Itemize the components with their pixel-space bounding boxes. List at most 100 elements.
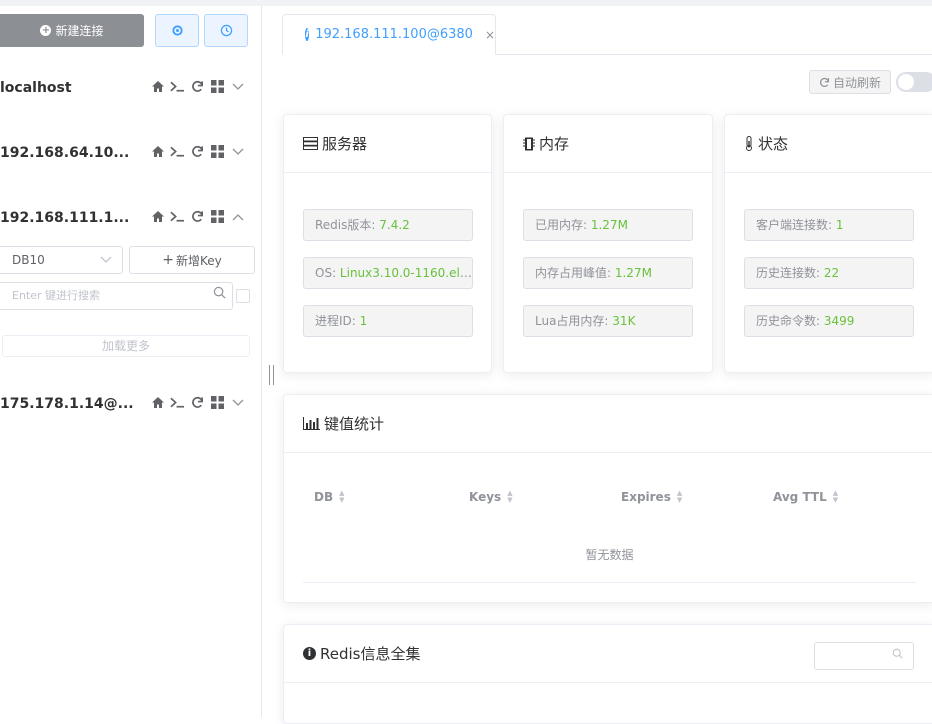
home-icon[interactable]	[150, 144, 165, 159]
column-header-keys[interactable]: Keys ▲ ▼	[469, 490, 513, 505]
key-search-placeholder: Enter 键进行搜索	[12, 289, 101, 302]
memory-card: 内存 已用内存: 1.27M 内存占用峰值: 1.27M Lua占用内存: 31…	[503, 114, 713, 373]
column-header-db[interactable]: DB ▲ ▼	[314, 490, 345, 505]
grid-icon[interactable]	[210, 395, 225, 410]
card-title: Redis信息全集	[320, 645, 421, 663]
card-header: 服务器	[284, 115, 491, 173]
tab-bar: i 192.168.111.100@6380 ×	[282, 14, 932, 55]
sidebar: + 新建连接 localhost 192.168.64.10... 192.16…	[0, 6, 262, 717]
db-select[interactable]: DB10	[0, 246, 123, 274]
stat-label: 内存占用峰值:	[535, 266, 615, 280]
stat-value: 7.4.2	[379, 218, 410, 232]
stat-value: 1.27M	[614, 266, 652, 280]
sort-icon[interactable]: ▲ ▼	[507, 490, 512, 504]
sort-icon[interactable]: ▲ ▼	[833, 490, 838, 504]
card-title: 状态	[758, 135, 789, 153]
stat-label: Redis版本:	[315, 218, 380, 232]
auto-refresh-toggle[interactable]	[896, 72, 932, 92]
sort-icon[interactable]: ▲ ▼	[677, 490, 682, 504]
search-icon	[892, 648, 903, 662]
history-button[interactable]	[204, 14, 248, 47]
terminal-icon[interactable]	[170, 395, 185, 410]
connection-name[interactable]: localhost	[0, 75, 72, 101]
exact-search-checkbox[interactable]	[236, 289, 250, 303]
key-search-input[interactable]: Enter 键进行搜索	[0, 282, 233, 310]
info-search-input[interactable]	[814, 642, 914, 670]
stat-redis-version: Redis版本: 7.4.2	[303, 209, 473, 241]
stat-value: 1	[359, 314, 368, 328]
chevron-up-icon[interactable]	[230, 209, 245, 224]
stat-value: 31K	[612, 314, 636, 328]
resize-handle[interactable]	[269, 365, 274, 385]
load-more-button[interactable]: 加载更多	[2, 335, 250, 357]
refresh-icon[interactable]	[190, 209, 205, 224]
stat-used-memory: 已用内存: 1.27M	[523, 209, 693, 241]
info-circle-icon: i	[303, 647, 316, 660]
refresh-icon[interactable]	[190, 144, 205, 159]
thermometer-icon	[746, 136, 752, 151]
keyspace-card: 键值统计 DB ▲ ▼ Keys ▲ ▼ Expires ▲ ▼ Avg TTL ▲ ▼ 暂无数…	[283, 394, 932, 603]
stat-os: OS: Linux3.10.0-1160.el7.x...	[303, 257, 473, 289]
grid-icon[interactable]	[210, 144, 225, 159]
stat-label: 已用内存:	[535, 218, 591, 232]
connection-item-active[interactable]: 192.168.111.1...	[0, 205, 262, 231]
chevron-down-icon[interactable]	[230, 144, 245, 159]
home-icon[interactable]	[150, 79, 165, 94]
card-header: 键值统计	[284, 395, 932, 453]
stat-history-connections: 历史连接数: 22	[744, 257, 914, 289]
settings-button[interactable]	[155, 14, 199, 47]
status-card: 状态 客户端连接数: 1 历史连接数: 22 历史命令数: 3499	[724, 114, 932, 373]
plus-icon: +	[162, 252, 174, 268]
chevron-down-icon[interactable]	[230, 395, 245, 410]
terminal-icon[interactable]	[170, 144, 185, 159]
stat-label: 进程ID:	[315, 314, 360, 328]
auto-refresh-label: 自动刷新	[832, 75, 881, 90]
close-icon[interactable]: ×	[485, 28, 495, 42]
column-header-avg-ttl[interactable]: Avg TTL ▲ ▼	[773, 490, 838, 505]
stat-value: 22	[823, 266, 840, 280]
add-key-label: 新增Key	[175, 253, 222, 268]
toggle-knob	[898, 74, 914, 90]
stat-client-connections: 客户端连接数: 1	[744, 209, 914, 241]
card-title: 内存	[539, 135, 570, 153]
card-title: 服务器	[322, 135, 368, 153]
server-icon	[303, 137, 318, 150]
auto-refresh-button[interactable]: 自动刷新	[809, 70, 891, 94]
tab-connection-status[interactable]: i 192.168.111.100@6380 ×	[282, 14, 496, 55]
stat-label: 历史连接数:	[756, 266, 824, 280]
refresh-icon[interactable]	[190, 395, 205, 410]
home-icon[interactable]	[150, 395, 165, 410]
info-icon: i	[305, 28, 310, 41]
column-header-expires[interactable]: Expires ▲ ▼	[621, 490, 682, 505]
connection-name[interactable]: 192.168.64.10...	[0, 140, 129, 166]
add-key-button[interactable]: + 新增Key	[129, 246, 255, 274]
stat-lua-memory: Lua占用内存: 31K	[523, 305, 693, 337]
new-connection-button[interactable]: + 新建连接	[0, 14, 144, 47]
refresh-icon	[820, 77, 830, 87]
stat-label: OS:	[315, 266, 340, 280]
grid-icon[interactable]	[210, 79, 225, 94]
column-label: Keys	[469, 490, 502, 504]
chevron-down-icon[interactable]	[230, 79, 245, 94]
column-label: Avg TTL	[773, 490, 827, 504]
chevron-down-icon	[100, 247, 112, 273]
card-title: 键值统计	[324, 415, 385, 433]
stat-peak-memory: 内存占用峰值: 1.27M	[523, 257, 693, 289]
grid-icon[interactable]	[210, 209, 225, 224]
stat-value: 1	[835, 218, 844, 232]
redis-info-card: i Redis信息全集	[283, 624, 932, 724]
refresh-icon[interactable]	[190, 79, 205, 94]
connection-name[interactable]: 192.168.111.1...	[0, 205, 129, 231]
terminal-icon[interactable]	[170, 209, 185, 224]
home-icon[interactable]	[150, 209, 165, 224]
stat-label: Lua占用内存:	[535, 314, 613, 328]
connection-name[interactable]: 175.178.1.14@...	[0, 391, 134, 417]
connection-item[interactable]: 192.168.64.10...	[0, 140, 262, 166]
terminal-icon[interactable]	[170, 79, 185, 94]
connection-item[interactable]: 175.178.1.14@...	[0, 391, 262, 417]
sort-icon[interactable]: ▲ ▼	[339, 490, 344, 504]
stat-value: Linux3.10.0-1160.el7.x...	[339, 266, 472, 280]
db-select-value: DB10	[12, 253, 45, 267]
connection-item[interactable]: localhost	[0, 75, 262, 101]
search-icon[interactable]	[213, 283, 226, 309]
